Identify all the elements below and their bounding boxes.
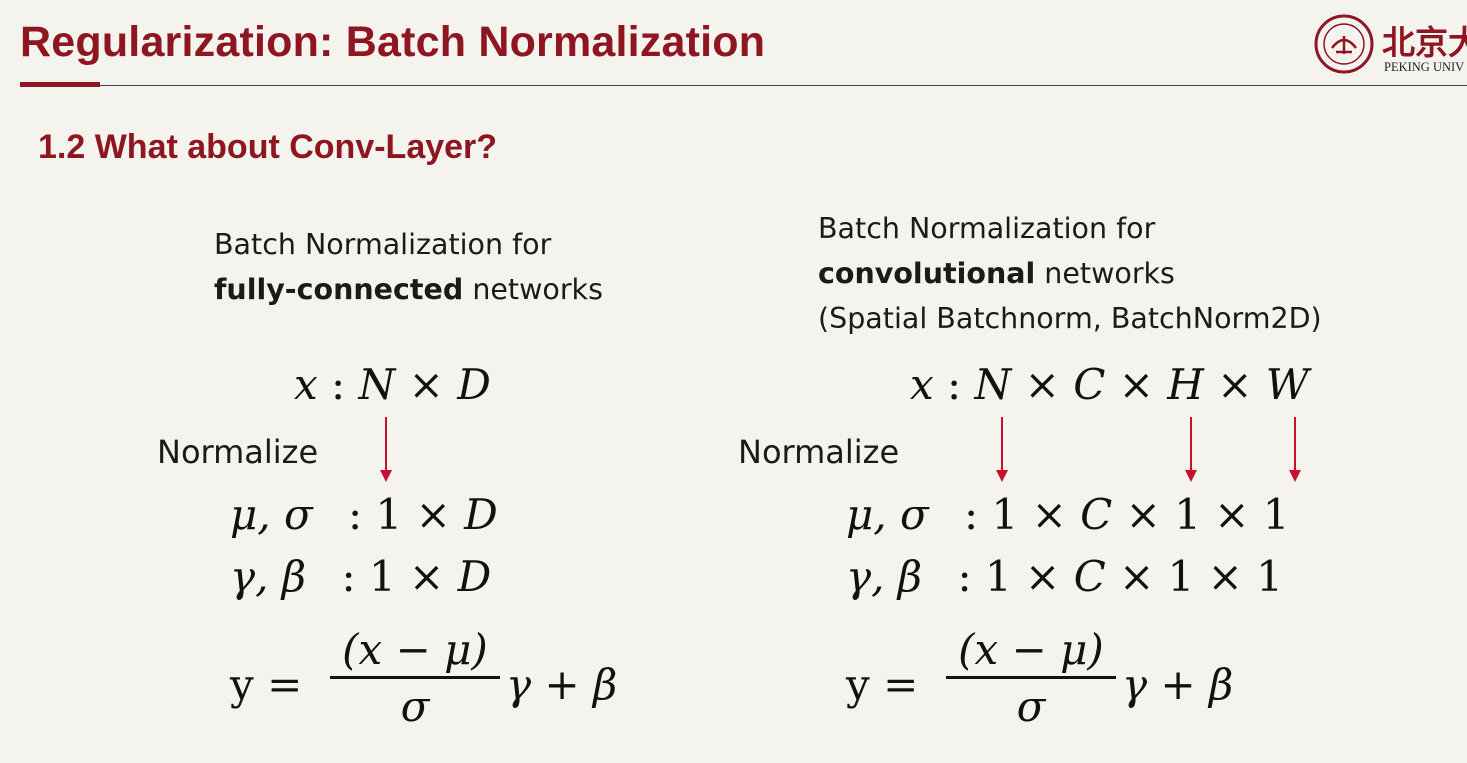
right-formula-rhs: γ + β xyxy=(1122,660,1233,709)
left-input-var: x xyxy=(294,360,318,409)
right-mean-std-shape-pre: : 1 × xyxy=(964,490,1081,539)
title-divider xyxy=(100,85,1467,86)
right-formula-numerator: (x − μ) xyxy=(958,625,1104,674)
title-accent-bar xyxy=(20,82,100,87)
right-normalize-arrow-n xyxy=(996,417,1008,482)
left-caption: Batch Normalization for fully-connected … xyxy=(214,222,603,312)
right-input-shape: x : N × C × H × W xyxy=(910,360,1309,409)
right-caption-line1: Batch Normalization for xyxy=(818,212,1156,245)
university-logo: 北京大 PEKING UNIV xyxy=(1310,8,1467,80)
university-seal-icon xyxy=(1314,14,1374,74)
right-gamma-beta-row: γ, β : 1 × C × 1 × 1 xyxy=(846,552,1283,601)
right-mean-std-shape-c: C xyxy=(1080,490,1113,539)
right-gamma-beta-shape-post: × 1 × 1 xyxy=(1105,552,1283,601)
right-normalize-label: Normalize xyxy=(738,433,900,471)
right-caption-bold: convolutional xyxy=(818,257,1036,290)
left-mean-std-shape-d: D xyxy=(464,490,498,539)
right-gamma-beta-shape-c: C xyxy=(1073,552,1106,601)
logo-chinese-text: 北京大 xyxy=(1382,23,1467,62)
left-gamma-beta-row: γ, β : 1 × D xyxy=(230,552,491,601)
right-caption-rest: networks xyxy=(1035,257,1175,290)
right-input-var: x xyxy=(910,360,934,409)
right-input-n: N xyxy=(974,360,1012,409)
left-caption-rest: networks xyxy=(463,273,603,306)
right-gamma-beta-shape-pre: : 1 × xyxy=(957,552,1074,601)
left-input-shape: x : N × D xyxy=(294,360,491,409)
left-input-n: N xyxy=(358,360,396,409)
left-mean-std-vars: μ, σ xyxy=(230,490,313,539)
left-input-d: D xyxy=(457,360,491,409)
right-caption: Batch Normalization for convolutional ne… xyxy=(818,206,1322,341)
left-formula-denominator: σ xyxy=(400,682,430,731)
right-normalize-arrow-h xyxy=(1185,417,1197,482)
left-formula-rhs: γ + β xyxy=(506,660,617,709)
left-mean-std-row: μ, σ : 1 × D xyxy=(230,490,498,539)
right-mean-std-shape-post: × 1 × 1 xyxy=(1112,490,1290,539)
logo-english-text: PEKING UNIV xyxy=(1384,60,1465,74)
right-formula-denominator: σ xyxy=(1016,682,1046,731)
right-input-w: W xyxy=(1265,360,1309,409)
left-normalize-label: Normalize xyxy=(157,433,319,471)
left-formula-fraction: (x − μ) σ xyxy=(330,624,500,735)
right-normalize-arrow-w xyxy=(1289,417,1301,482)
left-normalize-arrow xyxy=(380,417,392,482)
left-mean-std-shape: : 1 × xyxy=(348,490,465,539)
right-gamma-beta-vars: γ, β xyxy=(846,552,923,601)
right-formula-rhs-text: γ + β xyxy=(1122,660,1234,709)
left-gamma-beta-shape: : 1 × xyxy=(341,552,458,601)
right-input-h: H xyxy=(1167,360,1204,409)
right-input-c: C xyxy=(1073,360,1106,409)
right-mean-std-vars: μ, σ xyxy=(846,490,929,539)
section-subtitle: 1.2 What about Conv-Layer? xyxy=(38,128,498,166)
right-caption-line2: convolutional networks xyxy=(818,251,1322,296)
left-formula-rhs-text: γ + β xyxy=(506,660,618,709)
left-gamma-beta-shape-d: D xyxy=(457,552,492,601)
left-caption-line2: fully-connected networks xyxy=(214,267,603,312)
right-caption-line3: (Spatial Batchnorm, BatchNorm2D) xyxy=(818,302,1322,335)
left-gamma-beta-vars: γ, β xyxy=(230,552,307,601)
right-formula-fraction: (x − μ) σ xyxy=(946,624,1116,735)
slide-title: Regularization: Batch Normalization xyxy=(20,18,766,66)
right-mean-std-row: μ, σ : 1 × C × 1 × 1 xyxy=(846,490,1290,539)
left-formula-lhs: y = xyxy=(230,660,303,709)
right-formula-lhs: y = xyxy=(846,660,919,709)
left-formula-numerator: (x − μ) xyxy=(342,625,488,674)
left-caption-line1: Batch Normalization for xyxy=(214,228,552,261)
left-caption-bold: fully-connected xyxy=(214,273,464,306)
